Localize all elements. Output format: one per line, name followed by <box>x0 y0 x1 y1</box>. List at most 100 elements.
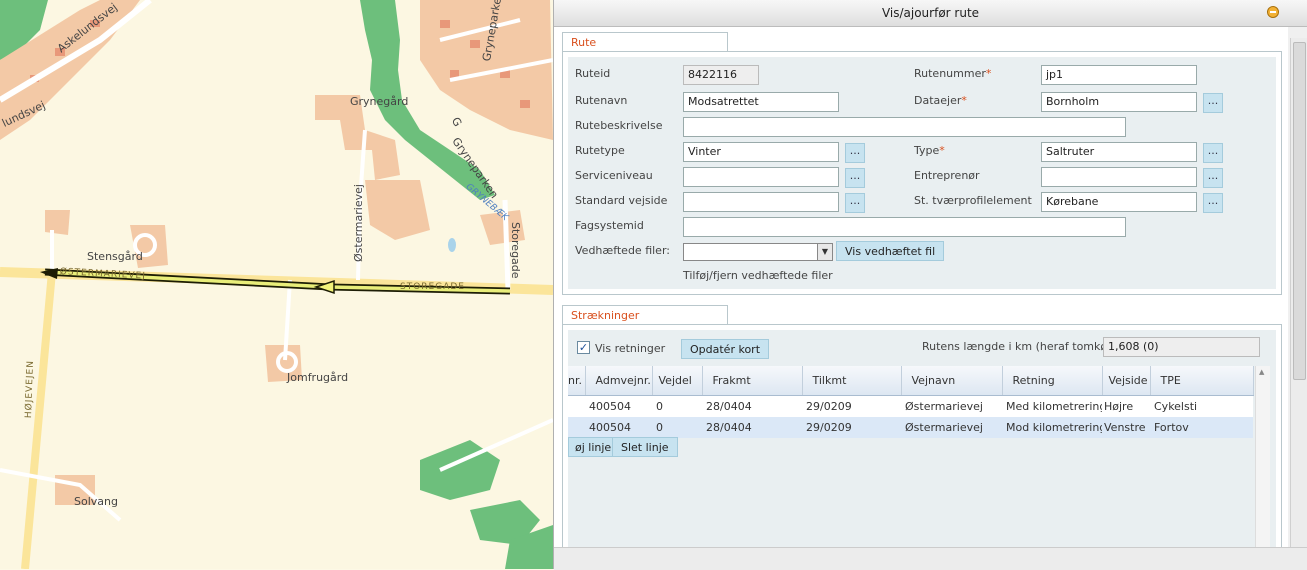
map-label-jomfrugaard: Jomfrugård <box>287 371 349 384</box>
required-mark: * <box>961 94 967 107</box>
standard-vejside-field[interactable] <box>683 192 839 212</box>
dialog-scrollbar-thumb[interactable] <box>1293 42 1306 380</box>
map-label-grynegaard: Grynegård <box>350 95 409 108</box>
rutens-laengde-label: Rutens længde i km (heraf tomkørsel) <box>922 340 1132 353</box>
type-label: Type* <box>914 144 945 157</box>
dataejer-label-text: Dataejer <box>914 94 962 107</box>
required-mark: * <box>939 144 945 157</box>
map-view[interactable]: Askelundsvej lundsvej Grynegård Grynepar… <box>0 0 553 569</box>
vedhaeftede-filer-label: Vedhæftede filer: <box>575 244 670 257</box>
serviceniveau-field[interactable] <box>683 167 839 187</box>
table-row[interactable]: 400504 0 28/0404 29/0209 Østermarievej M… <box>568 417 1253 438</box>
serviceniveau-lookup-button[interactable]: ... <box>845 168 865 188</box>
cell-retning: Mod kilometrering <box>1002 417 1102 438</box>
table-row[interactable]: 400504 0 28/0404 29/0209 Østermarievej M… <box>568 395 1253 417</box>
col-vejside[interactable]: Vejside <box>1102 366 1151 396</box>
map-label-ostermarievej-vertical: Østermarievej <box>352 184 365 262</box>
cell-admvejnr: 400504 <box>585 395 652 417</box>
tab-straekninger[interactable]: Strækninger <box>562 305 728 325</box>
opdater-kort-button[interactable]: Opdatér kort <box>681 339 770 359</box>
ruteid-field: 8422116 <box>683 65 759 85</box>
type-field[interactable]: Saltruter <box>1041 142 1197 162</box>
cell-frakmt: 28/0404 <box>702 417 802 438</box>
rutebeskrivelse-field[interactable] <box>683 117 1126 137</box>
straekninger-panel-body: ✓ Vis retninger Opdatér kort Rutens læng… <box>568 330 1276 547</box>
col-vejdel[interactable]: Vejdel <box>652 366 703 396</box>
table-header-row: nr. Admvejnr. Vejdel Frakmt Tilkmt Vejna… <box>568 366 1254 396</box>
cell-frakmt: 28/0404 <box>702 395 802 417</box>
rutens-laengde-field: 1,608 (0) <box>1103 337 1260 357</box>
entreprenor-lookup-button[interactable]: ... <box>1203 168 1223 188</box>
cell-vejside: Højre <box>1102 395 1150 417</box>
slet-linje-button[interactable]: Slet linje <box>612 437 678 457</box>
tab-rute[interactable]: Rute <box>562 32 728 52</box>
cell-tilkmt: 29/0209 <box>802 417 901 438</box>
rutenavn-label: Rutenavn <box>575 94 628 107</box>
dataejer-field[interactable]: Bornholm <box>1041 92 1197 112</box>
rutenavn-field[interactable]: Modsatrettet <box>683 92 839 112</box>
rutebeskrivelse-label: Rutebeskrivelse <box>575 119 663 132</box>
scroll-up-icon[interactable]: ▲ <box>1259 368 1264 376</box>
rute-panel-body: Ruteid 8422116 Rutenummer* jp1 Rutenavn … <box>568 57 1276 289</box>
dialog-scrollbar[interactable] <box>1290 38 1307 548</box>
type-label-text: Type <box>914 144 940 157</box>
table-scrollbar[interactable]: ▲ <box>1255 366 1270 547</box>
col-tpe[interactable]: TPE <box>1150 366 1254 396</box>
minimize-icon[interactable] <box>1267 6 1279 18</box>
rute-panel: Ruteid 8422116 Rutenummer* jp1 Rutenavn … <box>562 51 1282 295</box>
cell-tpe: Fortov <box>1150 417 1253 438</box>
col-tilkmt[interactable]: Tilkmt <box>802 366 902 396</box>
tilfoj-fjern-link[interactable]: Tilføj/fjern vedhæftede filer <box>683 269 833 282</box>
dialog-statusbar <box>554 547 1307 570</box>
col-admvejnr[interactable]: Admvejnr. <box>585 366 653 396</box>
dialog-title: Vis/ajourfør rute <box>881 6 980 20</box>
type-lookup-button[interactable]: ... <box>1203 143 1223 163</box>
cell-vejside: Venstre <box>1102 417 1150 438</box>
map-label-storegade-road: STOREGADE <box>400 282 465 292</box>
fagsystemid-label: Fagsystemid <box>575 219 644 232</box>
dataejer-lookup-button[interactable]: ... <box>1203 93 1223 113</box>
cell-vejnavn: Østermarievej <box>901 417 1002 438</box>
map-label-solvang: Solvang <box>74 495 118 508</box>
st-tvaerprofilelement-label: St. tværprofilelement <box>914 194 1032 207</box>
cell-tilkmt: 29/0209 <box>802 395 901 417</box>
st-tvaerprofilelement-lookup-button[interactable]: ... <box>1203 193 1223 213</box>
cell-nr <box>568 417 585 438</box>
map-label-storegade-right: Storegade <box>509 222 522 279</box>
route-dialog: Vis/ajourfør rute Rute Ruteid 8422116 Ru… <box>553 0 1307 570</box>
chevron-down-icon[interactable]: ▼ <box>817 244 832 260</box>
rutetype-field[interactable]: Vinter <box>683 142 839 162</box>
cell-nr <box>568 395 585 417</box>
map-label-hojevejen: HØJEVEJEN <box>24 359 37 419</box>
vis-vedhaeftet-fil-button[interactable]: Vis vedhæftet fil <box>836 241 945 261</box>
ruteid-label: Ruteid <box>575 67 611 80</box>
dialog-titlebar[interactable]: Vis/ajourfør rute <box>554 0 1307 27</box>
fagsystemid-field[interactable] <box>683 217 1126 237</box>
vedhaeftede-filer-select[interactable]: ▼ <box>683 243 833 261</box>
straekninger-panel: ✓ Vis retninger Opdatér kort Rutens læng… <box>562 324 1282 547</box>
st-tvaerprofilelement-field[interactable]: Kørebane <box>1041 192 1197 212</box>
vis-retninger-checkbox[interactable]: ✓ <box>577 341 590 354</box>
cell-admvejnr: 400504 <box>585 417 652 438</box>
tilfoj-linje-button[interactable]: øj linje <box>568 437 619 457</box>
dataejer-label: Dataejer* <box>914 94 967 107</box>
col-nr[interactable]: nr. <box>568 366 586 396</box>
map-label-stensgaard: Stensgård <box>87 250 143 263</box>
tab-rute-label: Rute <box>571 36 597 49</box>
rutenummer-field[interactable]: jp1 <box>1041 65 1197 85</box>
rutetype-lookup-button[interactable]: ... <box>845 143 865 163</box>
rutenummer-label: Rutenummer* <box>914 67 991 80</box>
col-vejnavn[interactable]: Vejnavn <box>901 366 1003 396</box>
entreprenor-label: Entreprenør <box>914 169 980 182</box>
rutetype-label: Rutetype <box>575 144 625 157</box>
col-retning[interactable]: Retning <box>1002 366 1103 396</box>
col-frakmt[interactable]: Frakmt <box>702 366 803 396</box>
standard-vejside-lookup-button[interactable]: ... <box>845 193 865 213</box>
dialog-content: Rute Ruteid 8422116 Rutenummer* jp1 Rute… <box>554 27 1288 547</box>
map-canvas[interactable] <box>0 0 553 569</box>
vis-retninger-label: Vis retninger <box>595 342 666 355</box>
cell-vejdel: 0 <box>652 417 702 438</box>
tab-straekninger-label: Strækninger <box>571 309 640 322</box>
entreprenor-field[interactable] <box>1041 167 1197 187</box>
cell-tpe: Cykelsti <box>1150 395 1253 417</box>
